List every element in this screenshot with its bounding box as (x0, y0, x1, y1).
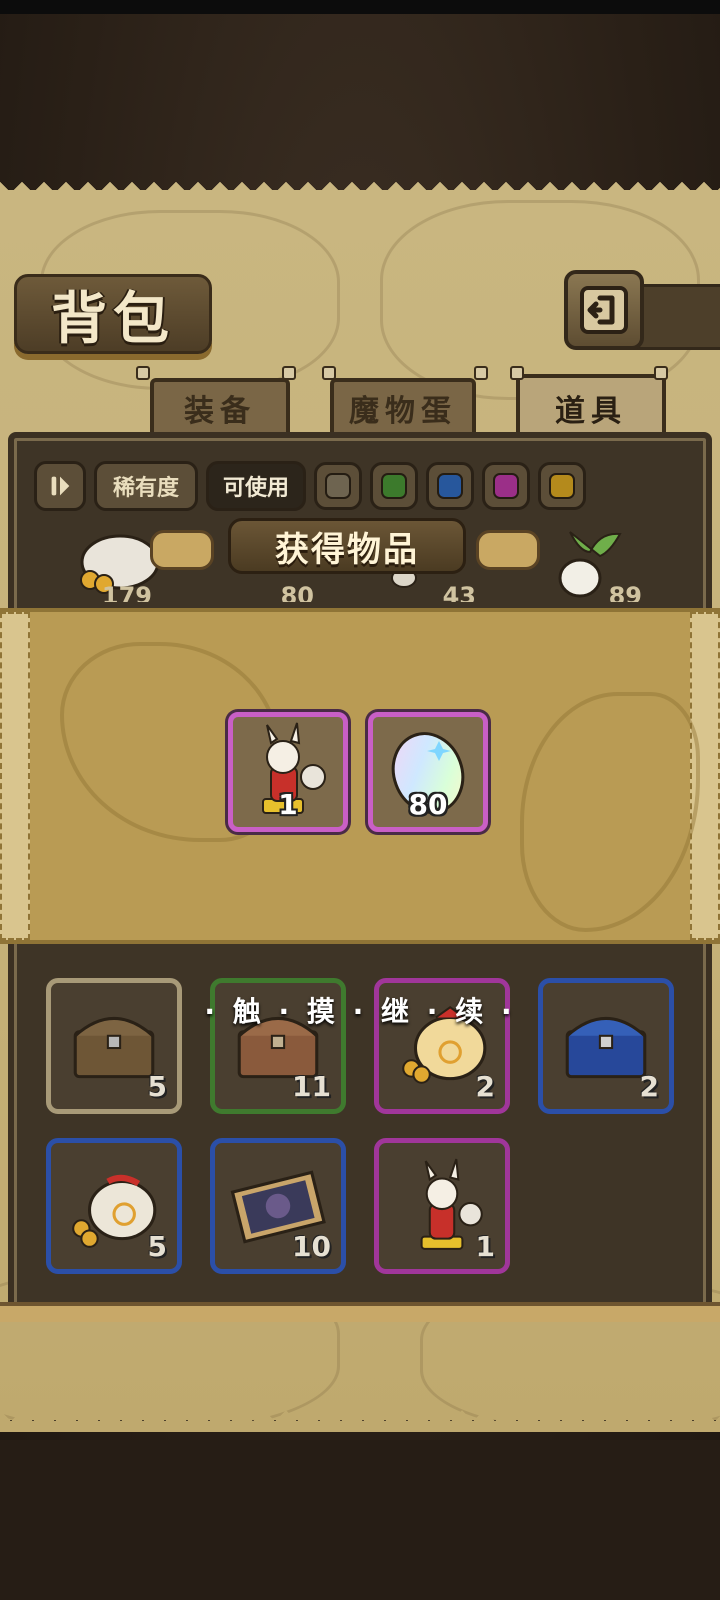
filter-gray-swatch[interactable] (314, 462, 362, 510)
inventory-slot-wooden-chest[interactable]: 5 (46, 978, 182, 1114)
page-title: 背包 (51, 286, 175, 352)
radish-icon (558, 531, 622, 598)
banner-ornament (150, 530, 214, 570)
tap-to-continue-hint[interactable]: · 触 · 摸 · 继 · 续 · (200, 990, 520, 1030)
sort-icon (51, 476, 70, 496)
banner-ornament (476, 530, 540, 570)
inventory-slot-blue-chest[interactable]: 2 (538, 978, 674, 1114)
status-bar (0, 0, 720, 14)
reward-banner: 获得物品 (228, 518, 466, 574)
game-screen[interactable]: 背包 装备 魔物蛋 道具 稀有度 可使用 179 80 43 89 获得物品 1… (0, 0, 720, 1600)
sort-toggle-button[interactable] (34, 461, 86, 511)
tab-post (474, 366, 488, 380)
tab-post (510, 366, 524, 380)
tab-post (322, 366, 336, 380)
bottom-area (0, 1440, 720, 1600)
tab-post (282, 366, 296, 380)
filter-purple-swatch[interactable] (482, 462, 530, 510)
peek-item: 89 (540, 522, 660, 602)
title-plaque: 背包 (14, 274, 212, 354)
filter-green-swatch[interactable] (370, 462, 418, 510)
filter-gold-swatch[interactable] (538, 462, 586, 510)
rarity-sort-button[interactable]: 稀有度 (94, 461, 198, 511)
inventory-slot-blue-bag[interactable]: 5 (46, 1138, 182, 1274)
inventory-panel-base (0, 1302, 720, 1322)
tab-equipment[interactable]: 装备 (150, 378, 290, 434)
usable-filter-button[interactable]: 可使用 (206, 461, 306, 511)
tab-items[interactable]: 道具 (516, 374, 666, 438)
back-arrow-icon (580, 286, 628, 334)
parchment-bottom-edge (0, 1410, 720, 1432)
filter-blue-swatch[interactable] (426, 462, 474, 510)
inventory-slot-figure[interactable]: 1 (374, 1138, 510, 1274)
tab-post (654, 366, 668, 380)
reward-item-egg: 80 (368, 712, 488, 832)
reward-item-figure: 1 (228, 712, 348, 832)
tab-post (136, 366, 150, 380)
reward-popup[interactable] (0, 608, 720, 944)
inventory-slot-portrait-card[interactable]: 10 (210, 1138, 346, 1274)
tab-monster-eggs[interactable]: 魔物蛋 (330, 378, 476, 434)
back-button[interactable] (564, 270, 644, 350)
filter-bar: 稀有度 可使用 (34, 460, 586, 512)
